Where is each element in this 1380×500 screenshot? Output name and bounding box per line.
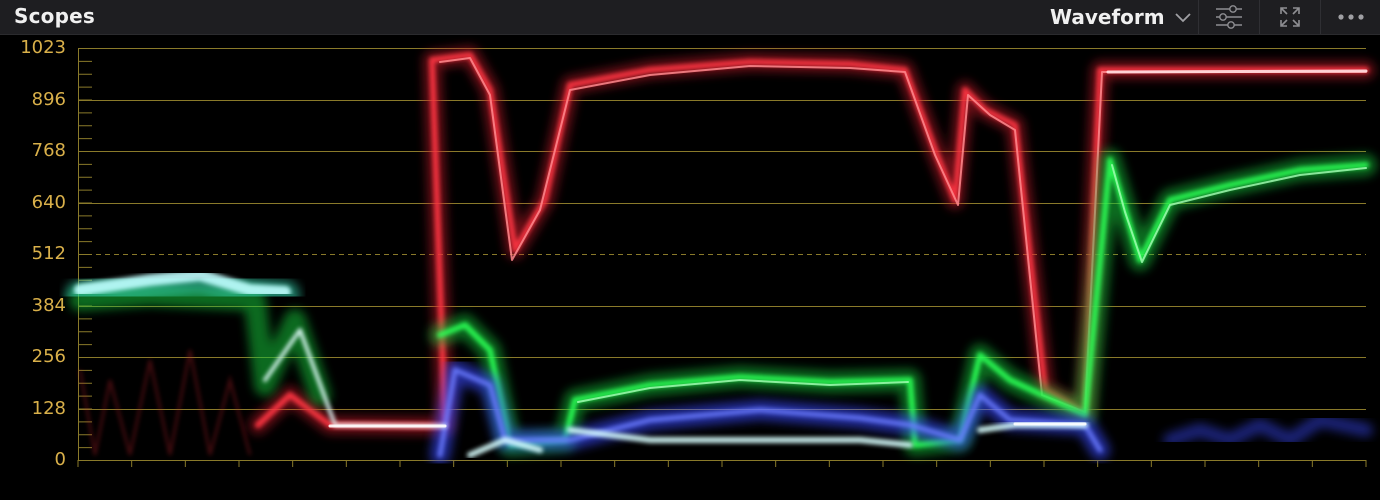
expand-icon [1278,5,1302,29]
scope-settings-button[interactable] [1198,0,1259,34]
scopes-titlebar: Scopes Waveform [0,0,1380,35]
scope-mode-label: Waveform [1050,5,1165,29]
x-ticks [77,460,1367,467]
more-icon [1336,13,1366,21]
graticule [78,48,1366,461]
panel-title: Scopes [14,4,95,28]
waveform-plot [65,46,1377,467]
expand-button[interactable] [1259,0,1320,34]
sliders-icon [1214,4,1244,30]
waveform-scope: 1023 896 768 640 512 384 256 128 0 [0,35,1380,500]
scope-mode-dropdown[interactable]: Waveform [1044,0,1196,34]
more-options-button[interactable] [1320,0,1380,34]
waveform-traces [65,46,1377,465]
red-noise-left [78,349,252,456]
chevron-down-icon [1174,13,1191,23]
